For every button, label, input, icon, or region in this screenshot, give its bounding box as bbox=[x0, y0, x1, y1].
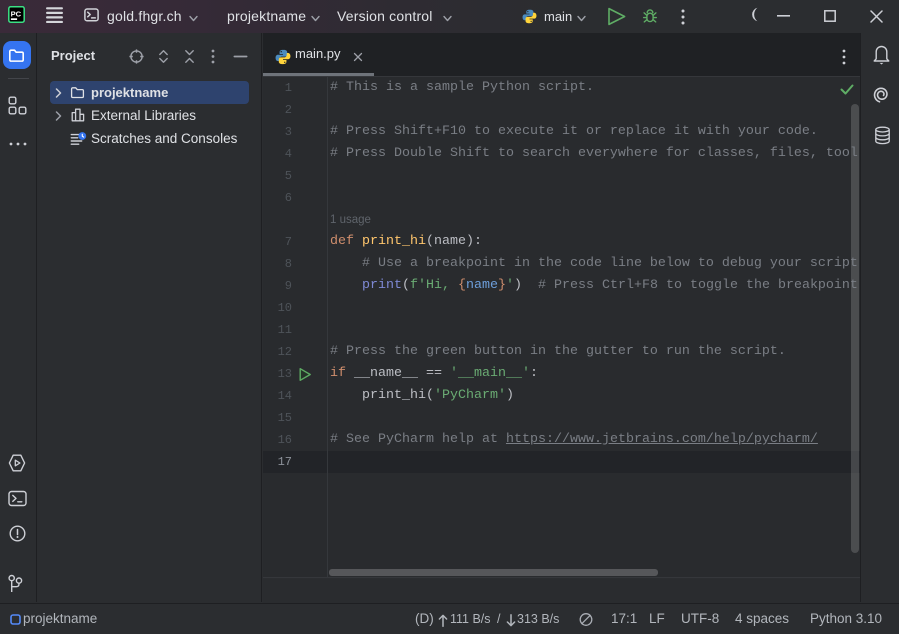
svg-text:PC: PC bbox=[11, 10, 22, 19]
